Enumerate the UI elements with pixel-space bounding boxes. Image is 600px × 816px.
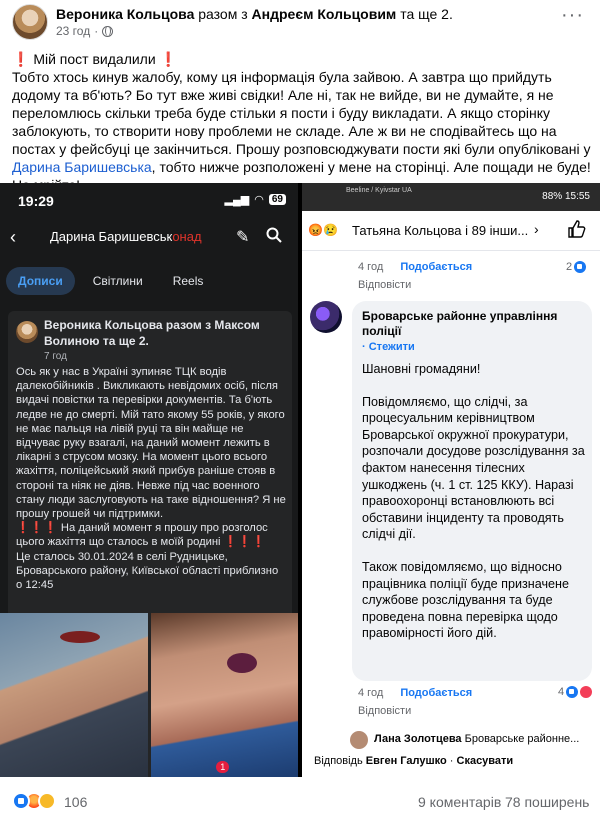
comment-2-reactions: 4 [558, 686, 593, 698]
reply-author: Лана Золотцева [374, 733, 462, 745]
reactions-bar: 😡😢 Татьяна Кольцова і 89 інши... › [302, 211, 600, 251]
thumbs-up-icon [568, 220, 586, 238]
bottom-nav: 1 [0, 761, 298, 777]
status-time: 19:29 [18, 193, 54, 209]
signal-icon: ▂▄▆ [224, 194, 250, 206]
comment-2-like: Подобається [400, 687, 473, 699]
notification-badge: 1 [216, 761, 230, 773]
shares-count[interactable]: 78 поширень [505, 794, 589, 810]
exclamation-icon: ❗ [12, 51, 30, 67]
mention-link[interactable]: Дарина Баришевська [12, 159, 152, 175]
comment-1-reactions: 2 [566, 261, 587, 273]
comments-count[interactable]: 9 коментарів [418, 794, 501, 810]
police-greeting: Шановні громадяни! [362, 362, 481, 376]
tagged-name[interactable]: Андреєм Кольцовим [252, 6, 397, 22]
profile-title: Дарина Баришевськонад [50, 229, 202, 244]
embedded-text: Ось як у нас в Україні зупиняє ТЦК водів… [16, 365, 286, 592]
status-icons: ▂▄▆ ◠ 69 [225, 193, 286, 206]
reply-target: Броварське районне... [464, 733, 580, 745]
heart-reaction-icon [580, 686, 593, 698]
comment-2-actions: 4 год Подобається [358, 687, 472, 699]
comment-1-time: 4 год [358, 261, 384, 273]
police-author: Броварське районне управління поліції [362, 309, 558, 338]
reactions-count[interactable]: 106 [64, 794, 87, 810]
replying-to-name: Евген Галушко [365, 755, 447, 767]
reactions-summary: Татьяна Кольцова і 89 інши... [352, 223, 529, 238]
and-others[interactable]: та ще 2. [400, 6, 453, 22]
like-reaction-icon [566, 686, 579, 698]
carrier-text: Beeline / Kyivstar UA [346, 187, 412, 194]
more-options-icon[interactable]: ··· [561, 5, 584, 25]
sad-reaction-icon [38, 792, 56, 810]
reaction-icons[interactable] [12, 792, 56, 810]
police-paragraph-1: Повідомляємо, що слідчі, за процесуальни… [362, 394, 585, 542]
photo-injured-man-2 [151, 613, 298, 777]
tab-photos: Світлини [92, 274, 143, 288]
post-footer: 106 9 коментарів 78 поширень [0, 786, 600, 816]
right-screenshot: Beeline / Kyivstar UA 88% 15:55 😡😢 Татья… [302, 183, 600, 777]
post-body: Тобто хтось кинув жалобу, кому ця інформ… [12, 69, 591, 157]
author-line: Вероника Кольцова разом з Андреєм Кольцо… [56, 6, 453, 23]
search-icon [266, 227, 282, 243]
back-arrow-icon: ‹ [10, 227, 16, 247]
replying-to-bar: Відповідь Евген Галушко · Скасувати [314, 755, 514, 767]
profile-nav: ‹ Дарина Баришевськонад ✎ [0, 223, 298, 253]
cancel-reply: Скасувати [456, 755, 514, 767]
reaction-emojis: 😡😢 [308, 223, 338, 237]
like-reaction-icon [12, 792, 30, 810]
embedded-author: Вероника Кольцова разом з Максом Волиною… [44, 318, 260, 348]
tab-reels: Reels [172, 274, 204, 288]
reply-avatar [350, 731, 368, 749]
comment-1-like: Подобається [400, 261, 473, 273]
edit-icon: ✎ [236, 229, 250, 246]
embedded-paragraph-1: Ось як у нас в Україні зупиняє ТЦК водів… [16, 366, 286, 521]
battery-indicator: 69 [268, 194, 286, 205]
reply-preview: Лана Золотцева Броварське районне... [374, 733, 579, 745]
photo-injured-man-1 [0, 613, 148, 777]
post-header: Вероника Кольцова разом з Андреєм Кольцо… [0, 0, 600, 44]
profile-tabs: Дописи Світлини Reels [6, 267, 215, 295]
embedded-paragraph-3: Це сталось 30.01.2024 в селі Рудницьке, … [16, 550, 279, 592]
globe-icon [102, 25, 114, 37]
follow-link: · Стежити [362, 341, 415, 353]
chevron-right-icon: › [534, 221, 539, 237]
embedded-avatar [16, 321, 38, 343]
tab-posts: Дописи [6, 267, 75, 295]
comment-1-reply: Відповісти [358, 279, 412, 291]
post-meta: 23 год · [56, 24, 114, 38]
author-name[interactable]: Вероника Кольцова [56, 6, 194, 22]
exclamation-icon: ❗ [159, 51, 177, 67]
with-text: разом з [198, 6, 248, 22]
like-reaction-icon [574, 261, 587, 273]
injury-photos [0, 613, 298, 777]
comment-2-reply: Відповісти [358, 705, 412, 717]
post-image-collage[interactable]: 19:29 ▂▄▆ ◠ 69 ‹ Дарина Баришевськонад ✎… [0, 183, 600, 777]
police-comment-bubble: Броварське районне управління поліції · … [352, 301, 592, 681]
police-comment-body: Шановні громадяни! Повідомляємо, що слід… [362, 361, 586, 658]
post-headline: Мій пост видалили [33, 51, 156, 67]
post-text: ❗ Мій пост видалили ❗ Тобто хтось кинув … [12, 50, 592, 194]
comment-1-actions: 4 год Подобається [358, 261, 472, 273]
post-time[interactable]: 23 год [56, 24, 90, 38]
embedded-time: 7 год [44, 351, 67, 362]
left-screenshot: 19:29 ▂▄▆ ◠ 69 ‹ Дарина Баришевськонад ✎… [0, 183, 298, 777]
comment-2-time: 4 год [358, 687, 384, 699]
status-bar: Beeline / Kyivstar UA 88% 15:55 [302, 183, 600, 211]
police-avatar [310, 301, 342, 333]
wifi-icon: ◠ [254, 194, 264, 206]
police-paragraph-2: Також повідомляємо, що відносно працівни… [362, 559, 570, 641]
author-avatar[interactable] [12, 4, 48, 40]
battery-time: 88% 15:55 [542, 191, 590, 202]
exclamation-icons: ❗❗❗ [223, 536, 266, 549]
exclamation-icons: ❗❗❗ [16, 522, 58, 535]
